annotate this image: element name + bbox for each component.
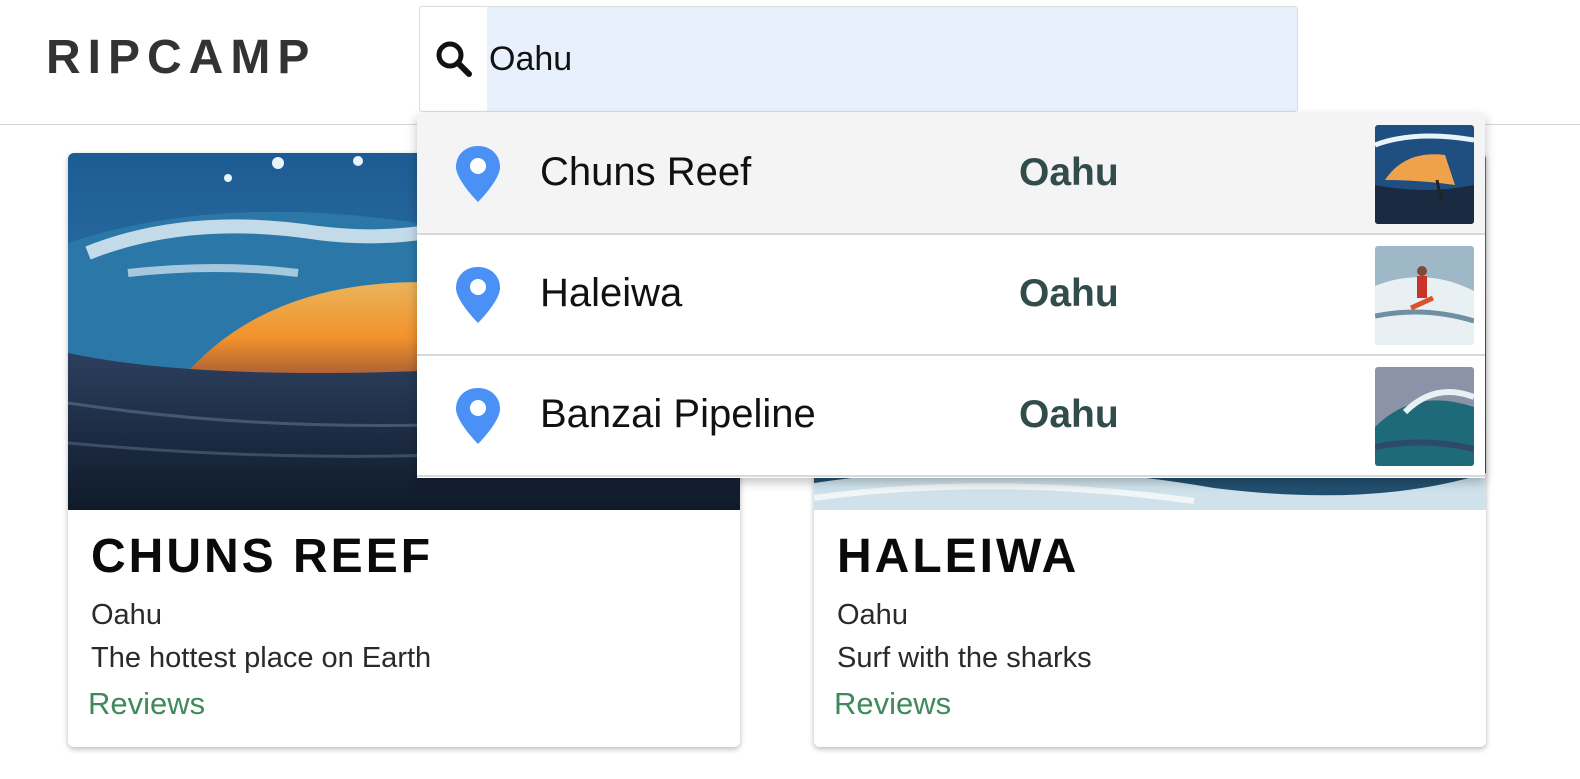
brand-logo[interactable]: RIPCAMP [46, 32, 316, 84]
search-input[interactable] [487, 7, 1297, 111]
card-title: HALEIWA [837, 530, 1080, 583]
suggestion-name: Chuns Reef [540, 150, 752, 194]
suggestion-thumbnail [1375, 125, 1474, 224]
suggestion-item-haleiwa[interactable]: Haleiwa Oahu [417, 235, 1485, 356]
reviews-link[interactable]: Reviews [88, 686, 205, 722]
top-header: RIPCAMP [0, 0, 1580, 125]
suggestion-item-banzai-pipeline[interactable]: Banzai Pipeline Oahu [417, 356, 1485, 477]
suggestion-thumbnail [1375, 246, 1474, 345]
suggestion-name: Haleiwa [540, 271, 683, 315]
suggestion-item-chuns-reef[interactable]: Chuns Reef Oahu [417, 114, 1485, 235]
suggestion-name: Banzai Pipeline [540, 392, 816, 436]
suggestion-region: Oahu [1019, 151, 1119, 194]
search-icon [420, 7, 487, 111]
card-title: CHUNS REEF [91, 530, 434, 583]
map-pin-icon [456, 388, 500, 444]
search-box[interactable] [419, 6, 1298, 112]
suggestion-region: Oahu [1019, 393, 1119, 436]
suggestion-region: Oahu [1019, 272, 1119, 315]
map-pin-icon [456, 146, 500, 202]
card-region: Oahu [91, 599, 162, 631]
card-description: Surf with the sharks [837, 642, 1092, 674]
search-suggestions-dropdown: Chuns Reef Oahu Haleiwa Oahu Banzai Pipe… [417, 114, 1485, 478]
reviews-link[interactable]: Reviews [834, 686, 951, 722]
map-pin-icon [456, 267, 500, 323]
suggestion-thumbnail [1375, 367, 1474, 466]
card-description: The hottest place on Earth [91, 642, 432, 674]
card-region: Oahu [837, 599, 908, 631]
